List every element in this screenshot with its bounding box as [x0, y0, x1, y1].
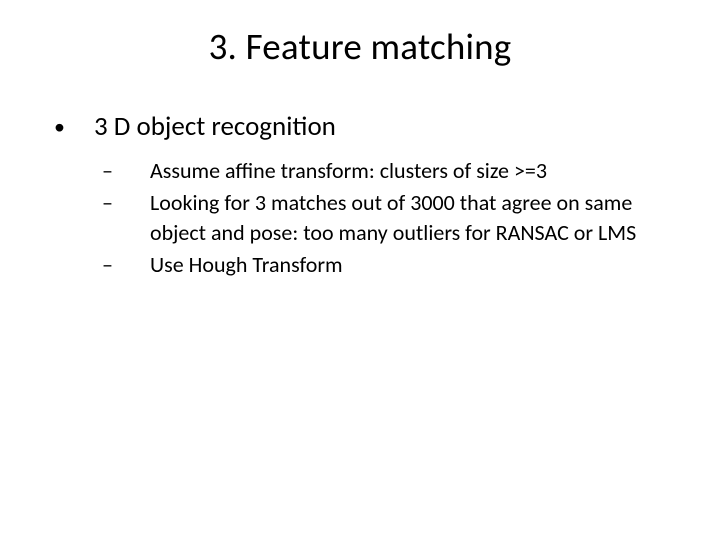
- bullet-level1: • 3 D object recognition: [48, 110, 672, 144]
- bullet-text: Use Hough Transform: [150, 250, 343, 280]
- bullet-marker: •: [48, 110, 94, 144]
- sub-bullet-group: – Assume affine transform: clusters of s…: [96, 156, 672, 280]
- slide: 3. Feature matching • 3 D object recogni…: [0, 0, 720, 540]
- slide-title: 3. Feature matching: [0, 24, 720, 69]
- bullet-level2: – Use Hough Transform: [96, 250, 672, 280]
- slide-body: • 3 D object recognition – Assume affine…: [48, 110, 672, 282]
- bullet-level2: – Assume affine transform: clusters of s…: [96, 156, 672, 186]
- bullet-marker: –: [96, 250, 150, 280]
- bullet-text: Looking for 3 matches out of 3000 that a…: [150, 188, 670, 248]
- bullet-level2: – Looking for 3 matches out of 3000 that…: [96, 188, 672, 248]
- bullet-marker: –: [96, 188, 150, 218]
- bullet-text: Assume affine transform: clusters of siz…: [150, 156, 547, 186]
- bullet-text: 3 D object recognition: [94, 110, 336, 144]
- bullet-marker: –: [96, 156, 150, 186]
